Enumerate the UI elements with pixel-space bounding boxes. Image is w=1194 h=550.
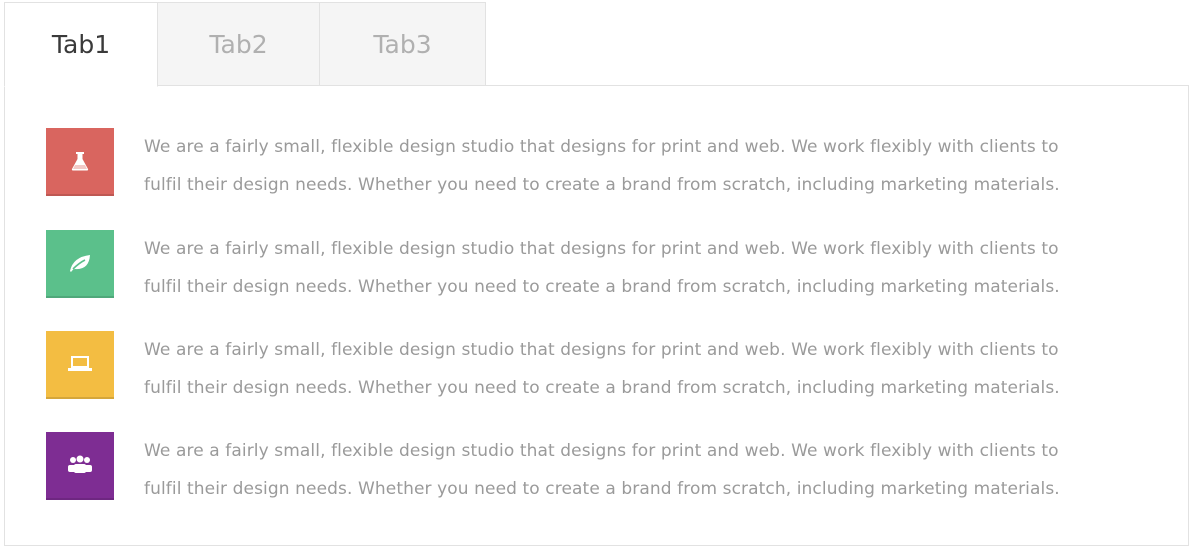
feature-text-3: We are a fairly small, flexible design s…	[144, 331, 1144, 407]
feature-text-4: We are a fairly small, flexible design s…	[144, 432, 1144, 508]
tab-3[interactable]: Tab3	[320, 2, 486, 86]
feature-item-1: We are a fairly small, flexible design s…	[5, 128, 1190, 218]
tab-bar: Tab1 Tab2 Tab3	[4, 2, 486, 87]
feature-text-line: We are a fairly small, flexible design s…	[144, 239, 1059, 259]
tab-1[interactable]: Tab1	[4, 2, 158, 87]
users-icon	[46, 432, 114, 500]
feature-text-line: fulfil their design needs. Whether you n…	[144, 378, 1060, 398]
feature-text-1: We are a fairly small, flexible design s…	[144, 128, 1144, 204]
feature-text-line: fulfil their design needs. Whether you n…	[144, 479, 1060, 499]
flask-icon	[46, 128, 114, 196]
tab-panel: We are a fairly small, flexible design s…	[4, 85, 1189, 546]
feature-item-4: We are a fairly small, flexible design s…	[5, 432, 1190, 522]
tab-2[interactable]: Tab2	[158, 2, 320, 86]
feature-text-2: We are a fairly small, flexible design s…	[144, 230, 1144, 306]
feature-text-line: We are a fairly small, flexible design s…	[144, 441, 1059, 461]
laptop-icon	[46, 331, 114, 399]
feature-text-line: fulfil their design needs. Whether you n…	[144, 277, 1060, 297]
feature-item-2: We are a fairly small, flexible design s…	[5, 230, 1190, 320]
feature-text-line: fulfil their design needs. Whether you n…	[144, 175, 1060, 195]
leaf-icon	[46, 230, 114, 298]
feature-text-line: We are a fairly small, flexible design s…	[144, 137, 1059, 157]
feature-item-3: We are a fairly small, flexible design s…	[5, 331, 1190, 421]
feature-text-line: We are a fairly small, flexible design s…	[144, 340, 1059, 360]
